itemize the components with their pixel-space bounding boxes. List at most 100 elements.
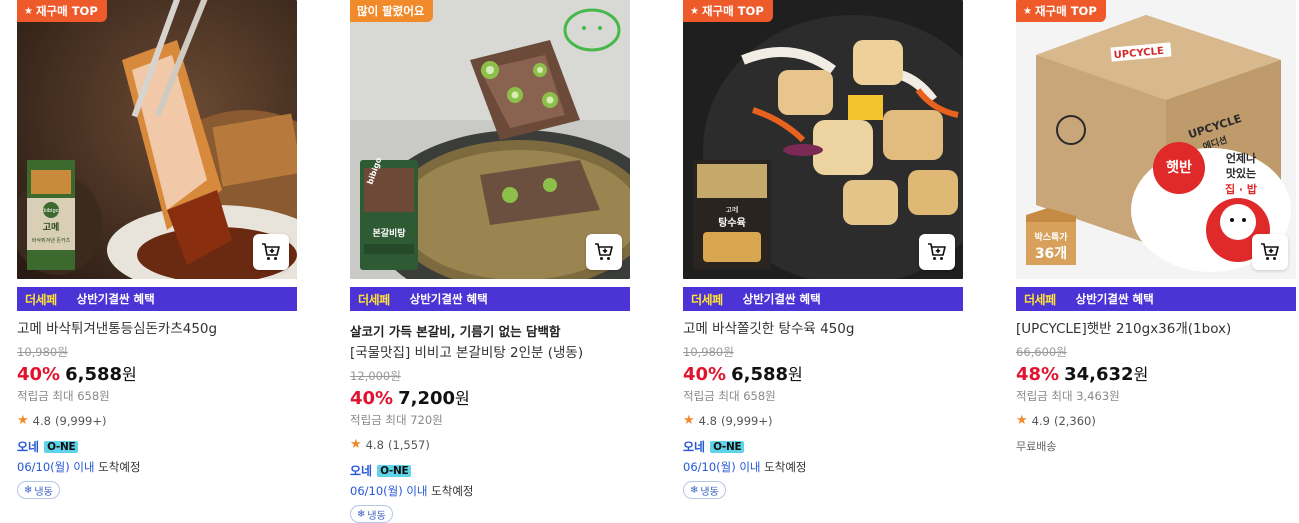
one-label: 오네 [683,440,706,454]
review-count: (9,999+) [54,413,107,428]
rating-score: 4.9 [1031,413,1050,428]
original-price: 66,600원 [1016,345,1067,359]
frozen-tag: ❄ 냉동 [17,481,60,499]
original-price: 12,000원 [350,369,401,383]
star-icon: ★ [17,413,29,428]
rating: ★ 4.8 (9,999+) [17,413,298,428]
star-icon: ★ [690,5,699,17]
arrival-date: 06/10(월) 이내 [683,460,761,474]
add-to-cart-button[interactable] [919,234,955,270]
original-price: 10,980원 [17,345,68,359]
arrival-estimate: 06/10(월) 이내 도착예정 [350,483,631,499]
svg-text:박스특가: 박스특가 [1034,231,1068,243]
promo-text: 상반기결싼 혜택 [409,292,488,306]
arrival-estimate: 06/10(월) 이내 도착예정 [17,459,298,475]
sale-price: 34,632원 [1064,364,1149,385]
discount-rate: 40% [683,364,727,385]
svg-text:언제나: 언제나 [1226,151,1256,165]
snowflake-icon: ❄ [690,484,699,496]
svg-text:탕수육: 탕수육 [718,216,746,229]
arrival-text: 도착예정 [98,460,141,474]
reward-points: 적립금 최대 720원 [350,413,443,427]
svg-text:바삭튀겨낸 돈카츠: 바삭튀겨낸 돈카츠 [32,237,71,244]
svg-text:햇반: 햇반 [1166,159,1192,176]
product-grid: bibigo 고메 바삭튀겨낸 돈카츠 ★ 재구매 TOP 더세페 상반기결싼 … [0,0,1299,523]
one-logo: O-NE [710,440,745,453]
rating: ★ 4.8 (9,999+) [683,413,964,428]
star-icon: ★ [1023,5,1032,17]
promo-banner: 더세페 상반기결싼 혜택 [683,287,963,311]
svg-text:bibigo: bibigo [43,208,58,214]
product-image[interactable]: UPCYCLE UPCYCLE 에디션 햇반 언제나 맛있는 집 · 밥 박스특… [1016,0,1296,279]
sale-price: 6,588원 [731,364,803,385]
arrival-text: 도착예정 [764,460,807,474]
repurchase-top-badge: ★ 재구매 TOP [1016,0,1106,22]
snowflake-icon: ❄ [24,484,33,496]
snowflake-icon: ❄ [357,508,366,520]
arrival-date: 06/10(월) 이내 [350,484,428,498]
cart-plus-icon [928,243,946,260]
cart-plus-icon [595,243,613,260]
one-label: 오네 [17,440,40,454]
product-card[interactable]: bibigo 본갈비탕 많이 팔렸어요 더세페 상반기결싼 혜택 살코기 가득 … [350,0,631,523]
rating: ★ 4.8 (1,557) [350,437,631,452]
reward-points: 적립금 최대 3,463원 [1016,389,1120,403]
promo-banner: 더세페 상반기결싼 혜택 [17,287,297,311]
add-to-cart-button[interactable] [586,234,622,270]
star-icon: ★ [1016,413,1028,428]
product-card[interactable]: UPCYCLE UPCYCLE 에디션 햇반 언제나 맛있는 집 · 밥 박스특… [1016,0,1297,454]
product-image[interactable]: bibigo 본갈비탕 많이 팔렸어요 [350,0,630,279]
frozen-tag: ❄ 냉동 [683,481,726,499]
sale-price: 6,588원 [65,364,137,385]
discount-rate: 48% [1016,364,1060,385]
repurchase-top-badge: ★ 재구매 TOP [17,0,107,22]
one-logo: O-NE [377,464,412,477]
svg-text:고메: 고메 [726,206,739,214]
svg-text:고메: 고메 [43,221,60,233]
promo-logo: 더세페 [1024,292,1056,307]
product-title[interactable]: 고메 바삭쫄깃한 탕수육 450g [683,320,964,338]
discount-rate: 40% [350,388,394,409]
rating-score: 4.8 [698,413,717,428]
add-to-cart-button[interactable] [1252,234,1288,270]
star-icon: ★ [683,413,695,428]
product-image[interactable]: 고메 탕수육 ★ 재구매 TOP [683,0,963,279]
one-delivery: 오네 O-NE [683,438,964,455]
svg-text:맛있는: 맛있는 [1226,166,1256,180]
promo-text: 상반기결싼 혜택 [76,292,155,306]
star-icon: ★ [350,437,362,452]
product-card[interactable]: 고메 탕수육 ★ 재구매 TOP 더세페 상반기결싼 혜택 고메 바삭쫄깃한 탕… [683,0,964,499]
price-row: 40% 6,588원 [17,361,298,385]
repurchase-top-badge: ★ 재구매 TOP [683,0,773,22]
promo-text: 상반기결싼 혜택 [742,292,821,306]
review-count: (9,999+) [720,413,773,428]
rating: ★ 4.9 (2,360) [1016,413,1297,428]
best-seller-badge: 많이 팔렸어요 [350,0,434,22]
product-card[interactable]: bibigo 고메 바삭튀겨낸 돈카츠 ★ 재구매 TOP 더세페 상반기결싼 … [17,0,298,499]
one-logo: O-NE [44,440,79,453]
promo-logo: 더세페 [691,292,723,307]
one-delivery: 오네 O-NE [17,438,298,455]
product-title[interactable]: [UPCYCLE]햇반 210gx36개(1box) [1016,320,1297,338]
promo-text: 상반기결싼 혜택 [1075,292,1154,306]
free-shipping-label: 무료배송 [1016,440,1057,453]
rating-score: 4.8 [365,437,384,452]
product-title[interactable]: 고메 바삭튀겨낸통등심돈카츠450g [17,320,298,338]
svg-text:본갈비탕: 본갈비탕 [372,227,406,239]
frozen-tag: ❄ 냉동 [350,505,393,523]
product-image[interactable]: bibigo 고메 바삭튀겨낸 돈카츠 ★ 재구매 TOP [17,0,297,279]
reward-points: 적립금 최대 658원 [17,389,110,403]
add-to-cart-button[interactable] [253,234,289,270]
price-row: 48% 34,632원 [1016,361,1297,385]
review-count: (1,557) [387,437,430,452]
svg-text:집 · 밥: 집 · 밥 [1225,182,1257,196]
original-price: 10,980원 [683,345,734,359]
product-title[interactable]: [국물맛집] 비비고 본갈비탕 2인분 (냉동) [350,344,631,362]
rating-score: 4.8 [32,413,51,428]
star-icon: ★ [24,5,33,17]
arrival-text: 도착예정 [431,484,474,498]
promo-logo: 더세페 [25,292,57,307]
cart-plus-icon [1261,243,1279,260]
discount-rate: 40% [17,364,61,385]
cart-plus-icon [262,243,280,260]
